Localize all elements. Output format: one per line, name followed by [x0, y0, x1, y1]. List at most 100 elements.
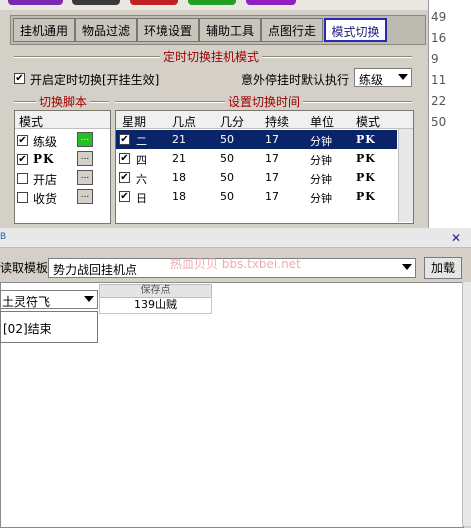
talisman-select[interactable]: 土灵符飞 [0, 290, 98, 309]
cell-hour: 18 [172, 190, 186, 203]
talisman-value: 土灵符飞 [2, 295, 51, 309]
tab-tools[interactable]: 辅助工具 [199, 18, 261, 42]
cell-hour: 21 [172, 133, 186, 146]
cell-minute: 50 [220, 133, 234, 146]
script-checkbox[interactable]: ✔ [17, 135, 28, 146]
timed-switch-title: 定时切换挂机模式 [160, 48, 263, 65]
script-checkbox[interactable]: ✔ [17, 154, 28, 165]
chevron-down-icon [402, 264, 412, 270]
cell-day: 四 [136, 154, 147, 167]
template-label: 读取模板 [0, 261, 49, 275]
list-item[interactable]: ✔ 练级 ... [15, 131, 110, 150]
script-config-button[interactable]: ... [77, 189, 93, 204]
script-label: 练级 [33, 135, 58, 149]
cell-unit: 分钟 [310, 135, 332, 148]
enable-timed-switch-label: 开启定时切换[开挂生效] [30, 73, 160, 87]
script-list-header: 模式 [15, 111, 110, 129]
cell-day: 六 [136, 173, 147, 186]
row-checkbox[interactable]: ✔ [119, 153, 130, 164]
script-config-button[interactable]: ... [77, 132, 93, 147]
table-scrollbar[interactable] [398, 129, 413, 222]
table-row[interactable]: ✔ 二 21 50 17 分钟 PK [116, 130, 397, 149]
cell-minute: 50 [220, 171, 234, 184]
column-header-mode: 模式 [356, 115, 381, 129]
table-row[interactable]: ✔ 四 21 50 17 分钟 PK [116, 149, 397, 168]
default-mode-select[interactable]: 练级 [354, 68, 412, 87]
script-list-header-label: 模式 [19, 115, 44, 129]
line-number: 22 [431, 94, 447, 108]
cell-mode: PK [356, 152, 376, 165]
column-header-day: 星期 [122, 115, 147, 129]
schedule-table-header: 星期 几点 几分 持续 单位 模式 [116, 111, 413, 129]
schedule-section-title: 设置切换时间 [225, 93, 304, 110]
save-point-cell[interactable]: 139山贼 [99, 297, 212, 314]
script-checkbox[interactable] [17, 192, 28, 203]
enable-timed-switch-checkbox[interactable]: ✔ [14, 73, 25, 84]
line-number: 9 [431, 52, 439, 66]
load-button[interactable]: 加载 [424, 257, 462, 279]
right-number-pane: 49 16 9 11 22 50 [428, 0, 471, 228]
row-checkbox[interactable]: ✔ [119, 172, 130, 183]
tab-general[interactable]: 挂机通用 [13, 18, 75, 42]
watermark-text: 热血贝贝 bbs.txbei.net [170, 257, 301, 271]
cell-day: 日 [136, 192, 147, 205]
tab-map-walk[interactable]: 点图行走 [261, 18, 323, 42]
column-header-duration: 持续 [265, 115, 290, 129]
template-value: 势力战回挂机点 [53, 263, 138, 277]
cell-mode: PK [356, 171, 376, 184]
script-config-button[interactable]: ... [77, 151, 93, 166]
script-label: 开店 [33, 173, 58, 187]
end-step-box[interactable]: [02]结束 [0, 311, 98, 343]
table-row[interactable]: ✔ 六 18 50 17 分钟 PK [116, 168, 397, 187]
cell-unit: 分钟 [310, 192, 332, 205]
mode-switch-window: 挂机通用 物品过滤 环境设置 辅助工具 点图行走 模式切换 定时切换挂机模式 ✔… [0, 0, 428, 228]
row-checkbox[interactable]: ✔ [119, 134, 130, 145]
chevron-down-icon [398, 74, 408, 80]
cell-hour: 21 [172, 152, 186, 165]
cell-unit: 分钟 [310, 173, 332, 186]
row-checkbox[interactable]: ✔ [119, 191, 130, 202]
line-number: 50 [431, 115, 447, 129]
script-section-title: 切换脚本 [36, 93, 91, 110]
script-checkbox[interactable] [17, 173, 28, 184]
line-number: 16 [431, 31, 447, 45]
default-action-label: 意外停挂时默认执行 [241, 73, 350, 87]
list-item[interactable]: 开店 ... [15, 169, 110, 188]
top-decoration-strip [0, 0, 428, 10]
list-item[interactable]: ✔ PK ... [15, 150, 110, 169]
chevron-down-icon [84, 296, 94, 302]
column-header-minute: 几分 [220, 115, 245, 129]
cell-mode: PK [356, 190, 376, 203]
column-header-hour: 几点 [172, 115, 197, 129]
cell-duration: 17 [265, 152, 279, 165]
vertical-scrollbar[interactable] [462, 282, 471, 526]
line-number: 11 [431, 73, 447, 87]
tab-environment[interactable]: 环境设置 [137, 18, 199, 42]
cell-unit: 分钟 [310, 154, 332, 167]
app-icon: B [0, 232, 7, 242]
default-mode-value: 练级 [359, 73, 384, 87]
cell-duration: 17 [265, 133, 279, 146]
tab-item-filter[interactable]: 物品过滤 [75, 18, 137, 42]
cell-day: 二 [136, 135, 147, 148]
list-item[interactable]: 收货 ... [15, 188, 110, 207]
schedule-table: 星期 几点 几分 持续 单位 模式 ✔ 二 21 50 17 分钟 PK ✔ 四… [115, 110, 414, 224]
cell-duration: 17 [265, 171, 279, 184]
save-point-header: 保存点 [99, 284, 212, 298]
cell-duration: 17 [265, 190, 279, 203]
script-config-button[interactable]: ... [77, 170, 93, 185]
column-header-unit: 单位 [310, 115, 335, 129]
template-window-titlebar [0, 228, 471, 248]
cell-minute: 50 [220, 190, 234, 203]
script-list: 模式 ✔ 练级 ... ✔ PK ... 开店 ... 收货 ... [14, 110, 111, 224]
cell-hour: 18 [172, 171, 186, 184]
close-icon[interactable]: ✕ [451, 231, 461, 245]
table-row[interactable]: ✔ 日 18 50 17 分钟 PK [116, 187, 397, 206]
script-label: PK [33, 152, 55, 166]
end-step-label: [02]结束 [3, 322, 52, 336]
tab-bar: 挂机通用 物品过滤 环境设置 辅助工具 点图行走 模式切换 [10, 15, 426, 45]
cell-mode: PK [356, 133, 376, 146]
cell-minute: 50 [220, 152, 234, 165]
tab-mode-switch[interactable]: 模式切换 [324, 18, 387, 42]
script-label: 收货 [33, 192, 58, 206]
